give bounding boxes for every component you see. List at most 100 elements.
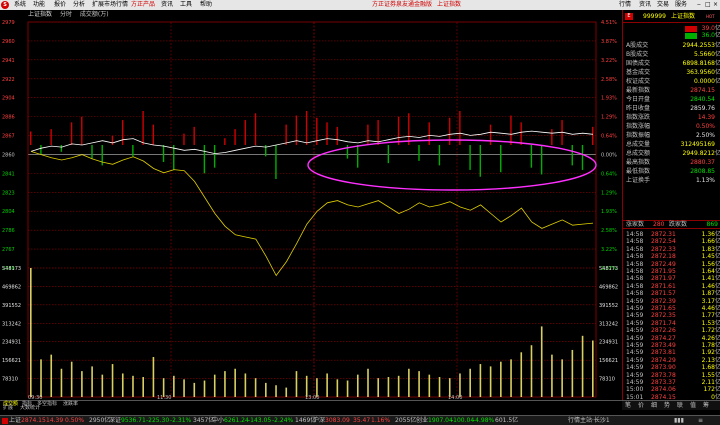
price-tick-label: 2786 <box>2 228 15 234</box>
pct-tick-label: 0.64% <box>601 171 617 177</box>
menu-bar: S 系统 功能 报价 分析 扩展市场行情 方正产品 资讯 工具 帮助 方正证券泉… <box>0 0 720 10</box>
price-tick-label: 2767 <box>2 247 15 253</box>
stat-row: 总成交量 312495169 <box>623 140 720 149</box>
stat-value: 2880.37 <box>690 159 715 166</box>
menu-quote[interactable]: 报价 <box>54 1 66 9</box>
pct-tick-label: 3.87% <box>601 39 617 45</box>
volume-bar <box>265 382 267 397</box>
delta-bar <box>40 145 42 155</box>
status-sz-name[interactable]: 深证 <box>109 416 121 425</box>
side-tab-chips[interactable]: 筹 <box>703 402 709 409</box>
pct-tick-label: 1.29% <box>601 190 617 196</box>
stat-value: 1.13% <box>695 177 715 184</box>
maximize-icon[interactable]: □ <box>705 1 711 9</box>
tab-extended[interactable]: 扩展 <box>3 405 13 411</box>
menu-tools[interactable]: 工具 <box>180 1 192 9</box>
volume-tick-label: 548173 <box>2 266 21 272</box>
menu-founder-products[interactable]: 方正产品 <box>131 1 155 9</box>
side-tab-value[interactable]: 值 <box>690 402 696 409</box>
tab-big-stats[interactable]: 大数统计 <box>20 405 40 411</box>
status-sh-name[interactable]: 上证 <box>9 416 21 425</box>
volume-bar <box>428 374 431 397</box>
volume-bar <box>60 368 63 397</box>
side-tab-trend[interactable]: 势 <box>664 402 670 409</box>
status-cy-name[interactable]: 创业 <box>416 416 428 425</box>
stat-row: 昨日收盘 2859.76 <box>623 104 720 113</box>
menu-service[interactable]: 服务 <box>675 1 687 9</box>
delta-bar <box>428 122 430 145</box>
delta-bar <box>50 129 52 145</box>
volume-bar <box>40 359 42 397</box>
close-icon[interactable]: × <box>713 1 718 9</box>
side-tab-linked[interactable]: 联 <box>677 402 683 409</box>
timeframe-label[interactable]: 分时 <box>60 11 72 18</box>
delta-bar <box>500 145 502 173</box>
volume-tick-label: 78310 <box>2 377 18 383</box>
menu-help[interactable]: 帮助 <box>200 1 212 9</box>
minimize-icon[interactable]: ‒ <box>697 1 701 9</box>
status-up-icon <box>2 418 8 424</box>
chart-title-bar: 上证指数 分时 成交额(万) <box>28 11 109 19</box>
side-tab-detail[interactable]: 细 <box>651 402 657 409</box>
status-cy-price: 1907.04 <box>428 417 453 424</box>
stat-unit: 亿 <box>714 42 720 49</box>
menu-info[interactable]: 资讯 <box>639 1 651 9</box>
app-logo-icon[interactable]: S <box>1 1 9 9</box>
volume-bar <box>91 366 93 397</box>
delta-bar <box>571 145 573 166</box>
stat-value: 6898.8168 <box>682 60 715 67</box>
broker-banner: 方正证券泉友通金融版 <box>372 1 433 8</box>
up-count: 280 <box>653 221 665 228</box>
volume-bar <box>336 379 339 397</box>
status-sz-change: -225.30 <box>146 417 170 424</box>
menu-extended-market[interactable]: 扩展市场行情 <box>92 1 128 9</box>
delta-bar <box>438 145 441 166</box>
side-panel-tabs: 笔 价 细 势 联 值 筹 <box>622 400 720 410</box>
volume-bar <box>30 268 32 397</box>
menu-system[interactable]: 系统 <box>14 1 26 9</box>
menu-function[interactable]: 功能 <box>33 1 45 9</box>
stat-unit: 亿 <box>714 69 720 76</box>
volume-bar <box>356 374 359 397</box>
status-hs-percent: 1.16% <box>371 417 391 424</box>
status-sz-price: 9536.71 <box>121 417 146 424</box>
status-menu-icon[interactable]: ≡ <box>698 416 703 425</box>
volume-bar <box>101 374 104 397</box>
stat-value: 2944.2553 <box>682 42 715 49</box>
status-hs-name[interactable]: 沪深 <box>313 416 325 425</box>
stat-row: 最低指数 2808.85 <box>623 167 720 176</box>
volume-tick-label-right: 469862 <box>599 284 618 290</box>
price-tick-label: 2823 <box>2 190 15 196</box>
menu-news[interactable]: 资讯 <box>161 1 173 9</box>
menu-analysis[interactable]: 分析 <box>73 1 85 9</box>
menu-trade[interactable]: 交易 <box>657 1 669 9</box>
side-tab-price[interactable]: 价 <box>638 402 644 409</box>
stat-row: 最高指数 2880.37 <box>623 158 720 167</box>
volume-tick-label-right: 313242 <box>599 321 618 327</box>
delta-bar <box>162 145 165 162</box>
status-cy-change: -100.04 <box>451 417 475 424</box>
stat-label: 指数振幅 <box>626 132 651 139</box>
status-hs-change: 35.47 <box>353 417 371 424</box>
volume-tick-label-right: 548173 <box>599 266 618 272</box>
pct-tick-label: 2.58% <box>601 77 617 83</box>
index-link[interactable]: 上证指数 <box>437 1 461 9</box>
volume-tick-label: 234931 <box>2 340 21 346</box>
stat-row: 最新指数 2874.15 <box>623 86 720 95</box>
status-site[interactable]: 行情主站·长沙1 <box>568 416 610 425</box>
side-tab-trades[interactable]: 笔 <box>625 402 631 409</box>
hot-badge: HOT <box>706 14 715 19</box>
intraday-chart[interactable]: 2979 4.51% 2960 3.87% 2941 3.22% 2922 2.58% 2904… <box>0 10 622 400</box>
delta-bar <box>193 126 195 145</box>
security-code: 999999 <box>643 13 666 20</box>
delta-bar <box>367 124 369 145</box>
up-count-label: 涨家数 <box>626 221 645 228</box>
delta-bar <box>183 133 185 145</box>
price-tick-label: 2960 <box>2 39 15 45</box>
volume-bar <box>142 376 144 397</box>
status-zx-name[interactable]: 中小 <box>212 416 224 425</box>
stat-label: 基金成交 <box>626 69 651 76</box>
menu-quotes[interactable]: 行情 <box>619 1 631 9</box>
volume-bar <box>377 378 380 397</box>
price-tick-label: 2804 <box>2 209 15 215</box>
